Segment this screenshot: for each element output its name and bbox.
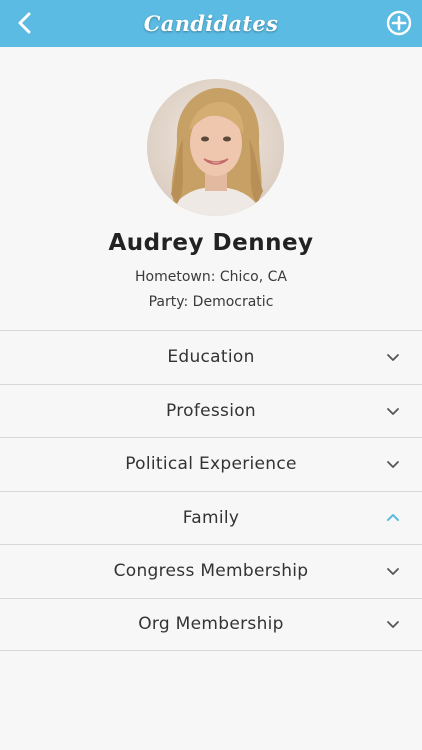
section-label: Family: [182, 507, 240, 528]
section-org-membership[interactable]: Org Membership: [0, 597, 422, 651]
candidate-profile: Audrey Denney Hometown: Chico, CA Party:…: [0, 47, 422, 330]
section-label: Political Experience: [125, 454, 297, 475]
section-list: Education Profession Political Experienc…: [0, 330, 422, 651]
back-button[interactable]: [10, 8, 40, 38]
hometown-text: Hometown: Chico, CA: [135, 269, 287, 285]
section-family[interactable]: Family: [0, 490, 422, 544]
section-label: Congress Membership: [113, 561, 309, 582]
section-congress-membership[interactable]: Congress Membership: [0, 544, 422, 598]
section-education[interactable]: Education: [0, 330, 422, 384]
chevron-down-icon: [386, 352, 400, 362]
chevron-down-icon: [386, 566, 400, 576]
chevron-down-icon: [386, 619, 400, 629]
section-political-experience[interactable]: Political Experience: [0, 437, 422, 491]
navigation-bar: Candidates: [0, 0, 422, 47]
chevron-down-icon: [386, 459, 400, 469]
candidate-name: Audrey Denney: [108, 230, 314, 256]
chevron-down-icon: [386, 406, 400, 416]
chevron-left-icon: [18, 12, 31, 34]
page-title: Candidates: [143, 11, 279, 36]
plus-circle-icon: [386, 10, 412, 36]
party-text: Party: Democratic: [148, 294, 274, 310]
section-label: Org Membership: [138, 614, 284, 635]
chevron-up-icon: [386, 513, 400, 523]
section-profession[interactable]: Profession: [0, 383, 422, 437]
section-label: Profession: [165, 400, 257, 421]
add-button[interactable]: [384, 8, 414, 38]
avatar: [147, 79, 284, 216]
section-label: Education: [167, 347, 255, 368]
